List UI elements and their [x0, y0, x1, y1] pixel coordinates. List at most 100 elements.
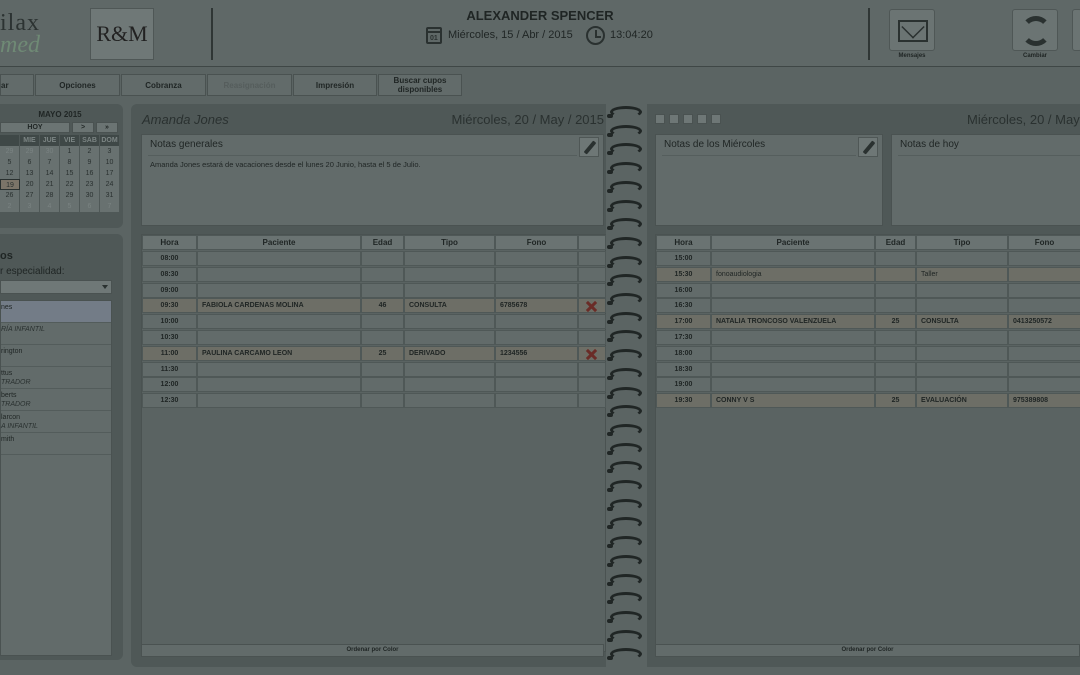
delete-icon[interactable] [586, 349, 597, 360]
calendar-day[interactable]: 4 [40, 201, 60, 212]
calendar-day[interactable]: 12 [0, 168, 20, 179]
professional-list-item[interactable]: berts TRADOR [1, 389, 111, 411]
professional-list-item[interactable]: ttus TRADOR [1, 367, 111, 389]
toolbar-button-first[interactable]: ar [0, 74, 34, 96]
spiral-ring [607, 461, 642, 474]
search-slots-button[interactable]: Buscar cupos disponibles [378, 74, 462, 96]
appointment-row[interactable]: 10:00 [142, 314, 606, 330]
color-tag-4[interactable] [697, 114, 707, 124]
appointment-edad [875, 345, 916, 361]
calendar-day[interactable]: 23 [80, 179, 101, 190]
partner-logo: R&M [90, 8, 154, 60]
appointment-row[interactable]: 18:00 [656, 345, 1080, 361]
calendar-day[interactable]: 29 [0, 146, 20, 157]
messages-button[interactable] [889, 9, 935, 51]
appointment-row[interactable]: 09:30 FABIOLA CARDENAS MOLINA 46 CONSULTA 67… [142, 298, 606, 314]
appointment-row[interactable]: 17:00 NATALIA TRONCOSO VALENZUELA 25 CONSUL… [656, 314, 1080, 330]
appointment-row[interactable]: 19:00 [656, 377, 1080, 393]
order-by-color-button-right[interactable]: Ordenar por Color [655, 644, 1080, 657]
appointment-row[interactable]: 17:30 [656, 330, 1080, 345]
calendar-day[interactable]: 8 [60, 157, 80, 168]
appointment-row[interactable]: 11:30 [142, 361, 606, 377]
calendar-day[interactable]: 6 [80, 201, 100, 212]
calendar-day[interactable]: 31 [100, 190, 120, 201]
appointment-row[interactable]: 08:30 [142, 266, 606, 282]
appointment-row[interactable]: 16:00 [656, 282, 1080, 298]
calendar-day[interactable]: 14 [40, 168, 60, 179]
appointment-fono [1008, 251, 1080, 266]
calendar-day[interactable]: 7 [40, 157, 60, 168]
professional-list-item[interactable]: larcon A INFANTIL [1, 411, 111, 433]
color-tag-1[interactable] [655, 114, 665, 124]
calendar-day[interactable]: 15 [60, 168, 80, 179]
color-tag-2[interactable] [669, 114, 679, 124]
spiral-ring [607, 162, 642, 175]
appointment-row[interactable]: 12:00 [142, 377, 606, 393]
calendar-day[interactable]: 3 [20, 201, 40, 212]
calendar-day[interactable]: 29 [20, 146, 40, 157]
calendar-day[interactable]: 17 [100, 168, 120, 179]
calendar-day[interactable]: 7 [100, 201, 120, 212]
options-button[interactable]: Opciones [35, 74, 120, 96]
calendar-today-button[interactable]: HOY [0, 122, 70, 133]
appointment-row[interactable]: 08:00 [142, 251, 606, 266]
calendar-day[interactable]: 21 [40, 179, 61, 190]
color-tag-3[interactable] [683, 114, 693, 124]
calendar-day[interactable]: 27 [20, 190, 40, 201]
calendar-day[interactable]: 13 [20, 168, 40, 179]
color-tag-5[interactable] [711, 114, 721, 124]
calendar-day[interactable]: 24 [100, 179, 121, 190]
calendar-week-row: 5 6 7 8 9 10 [0, 157, 120, 168]
appointment-fono: 975389808 [1008, 393, 1080, 409]
calendar-day[interactable]: 10 [100, 157, 120, 168]
appointment-row[interactable]: 18:30 [656, 361, 1080, 377]
professional-list-item[interactable]: rington [1, 345, 111, 367]
delete-icon[interactable] [586, 301, 597, 312]
calendar-day[interactable]: 5 [0, 157, 20, 168]
calendar-day[interactable]: 2 [0, 201, 20, 212]
calendar-day[interactable]: 2 [80, 146, 100, 157]
appointment-paciente: NATALIA TRONCOSO VALENZUELA [711, 314, 875, 330]
header-button-partial[interactable] [1072, 9, 1080, 51]
appointment-row[interactable]: 15:00 [656, 251, 1080, 266]
appointment-row[interactable]: 19:30 CONNY V S 25 EVALUACIÓN 975389808 [656, 393, 1080, 409]
appointment-row[interactable]: 11:00 PAULINA CARCAMO LEON 25 DERIVADO 12345… [142, 345, 606, 361]
appointment-row[interactable]: 10:30 [142, 330, 606, 345]
specialty-select[interactable] [0, 280, 112, 294]
calendar-day[interactable]: 16 [80, 168, 100, 179]
switch-button[interactable] [1012, 9, 1058, 51]
billing-button[interactable]: Cobranza [121, 74, 206, 96]
professional-list-item[interactable]: RÍA INFANTIL [1, 323, 111, 345]
calendar-day[interactable]: 29 [60, 190, 80, 201]
appointment-paciente [711, 345, 875, 361]
appointment-fono [1008, 377, 1080, 393]
appointment-row[interactable]: 16:30 [656, 298, 1080, 314]
app-header: ilax med R&M ALEXANDER SPENCER 01 Miérco… [0, 0, 1080, 67]
calendar-day[interactable]: 30 [40, 146, 60, 157]
professional-list-item[interactable]: nes [1, 301, 111, 323]
calendar-day[interactable]: 22 [60, 179, 81, 190]
appointment-row[interactable]: 12:30 [142, 393, 606, 409]
calendar-day[interactable]: 3 [100, 146, 120, 157]
order-by-color-button[interactable]: Ordenar por Color [141, 644, 604, 657]
professional-list-item[interactable]: mith [1, 433, 111, 455]
calendar-day[interactable]: 20 [20, 179, 41, 190]
calendar-day[interactable]: 9 [80, 157, 100, 168]
calendar-day[interactable]: 28 [40, 190, 60, 201]
calendar-day[interactable]: 5 [60, 201, 80, 212]
appointment-row[interactable]: 09:00 [142, 282, 606, 298]
calendar-day[interactable]: 26 [0, 190, 20, 201]
reassign-button[interactable]: Reasignación [207, 74, 292, 96]
calendar-day[interactable]: 19 [0, 179, 21, 190]
appointment-row[interactable]: 15:30 fonoaudiologia Taller [656, 266, 1080, 282]
edit-weekday-notes-button[interactable] [858, 137, 878, 157]
calendar-day[interactable]: 30 [80, 190, 100, 201]
calendar-weekday-label: MIE [20, 135, 40, 146]
edit-notes-button[interactable] [579, 137, 599, 157]
calendar-next-button[interactable]: > [72, 122, 94, 133]
calendar-day[interactable]: 6 [20, 157, 40, 168]
print-button[interactable]: Impresión [293, 74, 377, 96]
calendar-day[interactable]: 1 [60, 146, 80, 157]
calendar-fast-next-button[interactable]: » [96, 122, 118, 133]
appointment-tipo [916, 377, 1008, 393]
